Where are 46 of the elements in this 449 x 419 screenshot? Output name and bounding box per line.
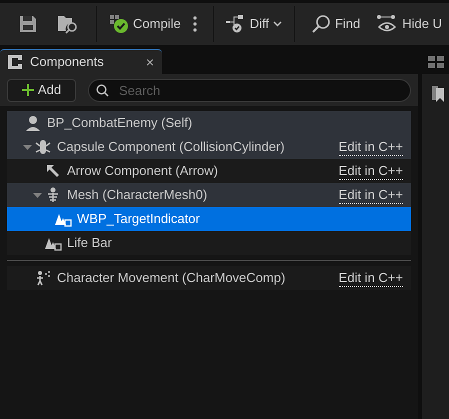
edit-in-cpp-link[interactable]: Edit in C++	[338, 138, 403, 156]
components-tab[interactable]: Components ×	[0, 49, 162, 74]
component-name: BP_CombatEnemy (Self)	[47, 114, 192, 132]
eye-nodes-icon	[376, 14, 398, 34]
component-name: Character Movement (CharMoveComp)	[57, 269, 286, 288]
component-name: Capsule Component (CollisionCylinder)	[57, 138, 285, 156]
tree-row[interactable]: Arrow Component (Arrow) Edit in C++	[7, 159, 411, 183]
skeleton-icon	[45, 187, 61, 203]
tree-row[interactable]: Mesh (CharacterMesh0) Edit in C++	[7, 183, 411, 207]
compile-button[interactable]: Compile	[96, 6, 185, 42]
plus-icon	[22, 84, 34, 96]
hide-unrelated-button[interactable]: Hide U	[368, 6, 442, 42]
edit-in-cpp-link[interactable]: Edit in C++	[338, 186, 403, 204]
search-field[interactable]: Search	[88, 78, 411, 102]
tab-title: Components	[30, 53, 104, 72]
tree-row[interactable]: WBP_TargetIndicator	[7, 207, 411, 231]
component-name: Life Bar	[67, 234, 112, 252]
component-name: Arrow Component (Arrow)	[67, 162, 218, 180]
component-name: WBP_TargetIndicator	[77, 210, 200, 228]
search-icon	[310, 14, 331, 34]
tree-row[interactable]: Character Movement (CharMoveComp) Edit in C++	[7, 266, 411, 290]
diff-button[interactable]: Diff	[212, 6, 294, 42]
diff-icon	[226, 15, 246, 33]
component-name: Mesh (CharacterMesh0)	[67, 186, 208, 204]
close-tab-button[interactable]: ×	[146, 55, 154, 69]
walking-figure-icon	[34, 270, 52, 286]
vertical-dots-icon	[192, 16, 197, 32]
bookmark-icon	[432, 86, 444, 102]
tree-row[interactable]: BP_CombatEnemy (Self)	[7, 111, 411, 135]
arrow-icon	[45, 163, 61, 179]
component-tab-icon	[8, 55, 22, 69]
person-icon	[25, 115, 41, 131]
tree-row[interactable]: Life Bar	[7, 231, 411, 255]
figure-icon	[35, 139, 51, 155]
add-button[interactable]: Add	[7, 78, 76, 102]
expand-triangle-icon[interactable]	[22, 142, 32, 152]
grid-layout-icon	[428, 56, 444, 68]
dropdown-caret-icon	[272, 21, 282, 27]
edit-in-cpp-link[interactable]: Edit in C++	[338, 162, 403, 180]
expand-triangle-icon[interactable]	[32, 190, 42, 200]
search-icon	[96, 84, 109, 96]
edit-in-cpp-link[interactable]: Edit in C++	[338, 270, 403, 286]
tree-row[interactable]: Capsule Component (CollisionCylinder) Edit in C++	[7, 135, 411, 159]
folder-search-icon	[57, 14, 79, 34]
compile-success-icon	[109, 14, 129, 34]
find-button[interactable]: Find	[294, 6, 368, 42]
